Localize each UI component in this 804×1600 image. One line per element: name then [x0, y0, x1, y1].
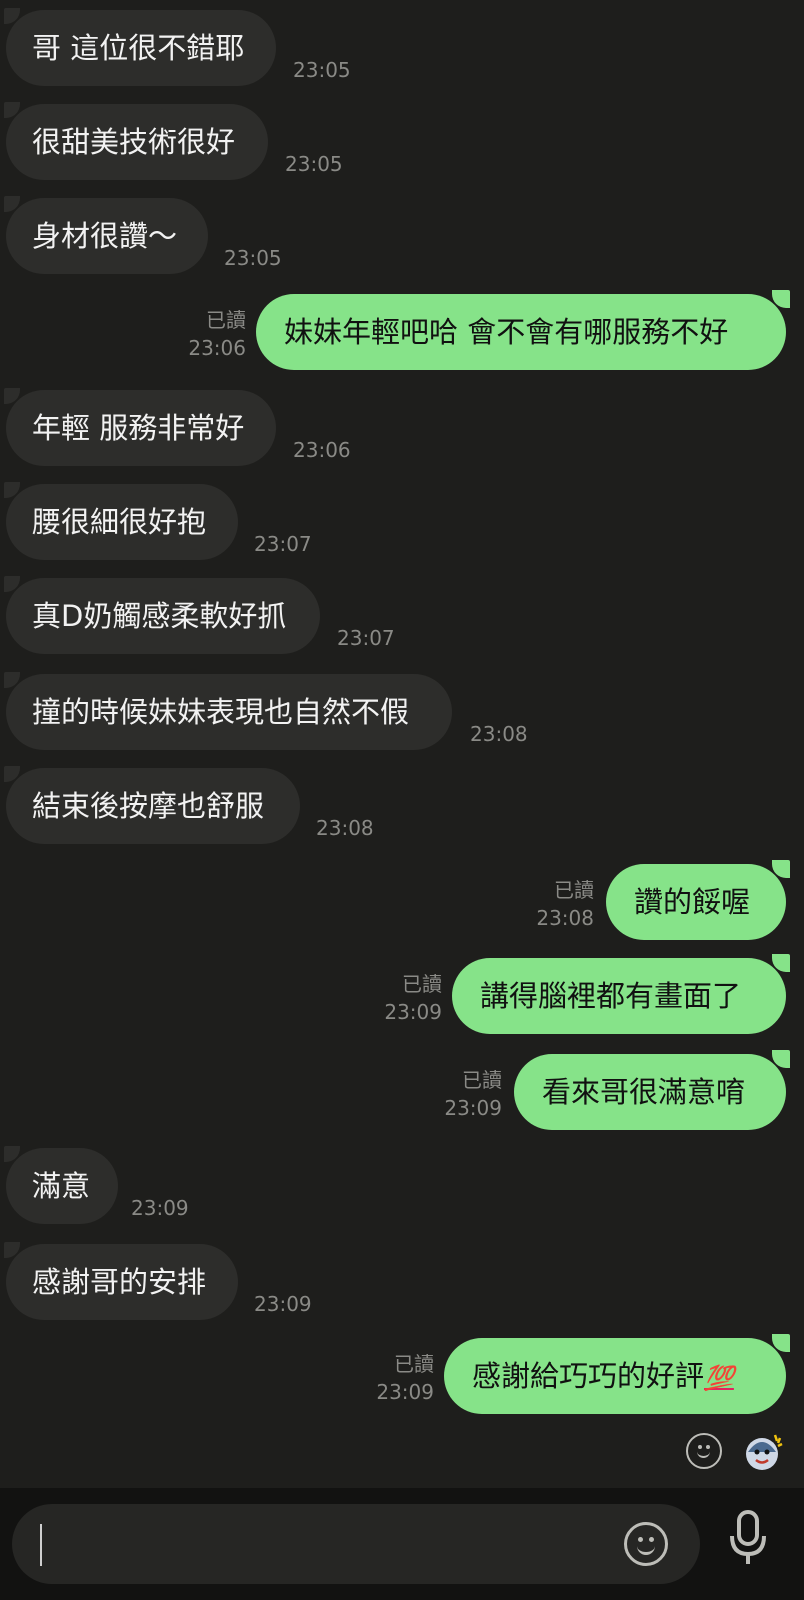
message-row: 滿意 23:09	[0, 1146, 804, 1224]
read-receipt: 已讀	[462, 1068, 502, 1092]
message-time: 23:07	[254, 532, 312, 556]
message-row: 已讀 23:09 看來哥很滿意唷	[0, 1050, 804, 1130]
message-time: 23:06	[293, 438, 351, 462]
message-text: 滿意	[32, 1169, 91, 1203]
message-row: 已讀 23:09 感謝給巧巧的好評💯	[0, 1334, 804, 1414]
message-text: 哥 這位很不錯耶	[32, 31, 245, 65]
message-text: 真D奶觸感柔軟好抓	[32, 599, 287, 633]
outgoing-message-bubble[interactable]: 感謝給巧巧的好評💯	[444, 1334, 790, 1414]
message-meta: 已讀 23:06	[188, 306, 246, 362]
chat-message-list[interactable]: 哥 這位很不錯耶 23:05 很甜美技術很好 23:05 身材很讚～ 23:05…	[0, 0, 804, 1488]
incoming-message-bubble[interactable]: 身材很讚～	[4, 196, 208, 274]
message-text: 感謝給巧巧的好評	[472, 1359, 705, 1393]
read-receipt: 已讀	[206, 308, 246, 332]
message-row: 哥 這位很不錯耶 23:05	[0, 8, 804, 86]
incoming-message-bubble[interactable]: 哥 這位很不錯耶	[4, 8, 276, 86]
message-text: 看來哥很滿意唷	[542, 1075, 746, 1109]
message-time: 23:09	[384, 1000, 442, 1024]
outgoing-message-bubble[interactable]: 讚的餒喔	[606, 860, 790, 940]
outgoing-message-bubble[interactable]: 看來哥很滿意唷	[514, 1050, 790, 1130]
message-text: 腰很細很好抱	[32, 505, 207, 539]
message-meta: 已讀 23:09	[444, 1066, 502, 1122]
read-receipt: 已讀	[554, 878, 594, 902]
message-text: 妹妹年輕吧哈 會不會有哪服務不好	[284, 315, 729, 349]
message-row: 已讀 23:09 講得腦裡都有畫面了	[0, 954, 804, 1034]
emoji-icon[interactable]	[624, 1522, 668, 1566]
message-text: 講得腦裡都有畫面了	[480, 979, 742, 1013]
sticker-icon[interactable]	[740, 1428, 786, 1474]
quick-actions	[686, 1428, 786, 1474]
incoming-message-bubble[interactable]: 很甜美技術很好	[4, 102, 268, 180]
message-row: 已讀 23:08 讚的餒喔	[0, 860, 804, 940]
message-text: 很甜美技術很好	[32, 125, 236, 159]
message-time: 23:09	[376, 1380, 434, 1404]
incoming-message-bubble[interactable]: 感謝哥的安排	[4, 1242, 238, 1320]
message-time: 23:06	[188, 336, 246, 360]
incoming-message-bubble[interactable]: 滿意	[4, 1146, 118, 1224]
message-row: 結束後按摩也舒服 23:08	[0, 766, 804, 844]
message-row: 腰很細很好抱 23:07	[0, 482, 804, 560]
message-text: 撞的時候妹妹表現也自然不假	[32, 695, 410, 729]
message-row: 真D奶觸感柔軟好抓 23:07	[0, 576, 804, 654]
message-meta: 已讀 23:08	[536, 876, 594, 932]
incoming-message-bubble[interactable]: 真D奶觸感柔軟好抓	[4, 576, 320, 654]
message-meta: 已讀 23:09	[384, 970, 442, 1026]
outgoing-message-bubble[interactable]: 講得腦裡都有畫面了	[452, 954, 790, 1034]
message-row: 撞的時候妹妹表現也自然不假 23:08	[0, 672, 804, 750]
message-time: 23:05	[224, 246, 282, 270]
message-text: 結束後按摩也舒服	[32, 789, 265, 823]
read-receipt: 已讀	[394, 1352, 434, 1376]
message-time: 23:07	[337, 626, 395, 650]
text-caret	[40, 1524, 42, 1566]
message-time: 23:05	[285, 152, 343, 176]
incoming-message-bubble[interactable]: 腰很細很好抱	[4, 482, 238, 560]
incoming-message-bubble[interactable]: 結束後按摩也舒服	[4, 766, 300, 844]
message-time: 23:05	[293, 58, 351, 82]
hundred-points-icon: 💯	[704, 1364, 734, 1392]
message-time: 23:08	[316, 816, 374, 840]
outgoing-message-bubble[interactable]: 妹妹年輕吧哈 會不會有哪服務不好	[256, 290, 790, 370]
message-time: 23:09	[131, 1196, 189, 1220]
message-time: 23:08	[536, 906, 594, 930]
message-row: 很甜美技術很好 23:05	[0, 102, 804, 180]
message-row: 年輕 服務非常好 23:06	[0, 388, 804, 466]
message-text: 讚的餒喔	[634, 885, 751, 919]
message-row: 身材很讚～ 23:05	[0, 196, 804, 274]
message-row: 已讀 23:06 妹妹年輕吧哈 會不會有哪服務不好	[0, 290, 804, 370]
message-text: 感謝哥的安排	[32, 1265, 207, 1299]
message-row: 感謝哥的安排 23:09	[0, 1242, 804, 1320]
message-text: 年輕 服務非常好	[32, 411, 245, 445]
read-receipt: 已讀	[402, 972, 442, 996]
emoji-icon[interactable]	[686, 1433, 722, 1469]
message-meta: 已讀 23:09	[376, 1350, 434, 1406]
message-time: 23:09	[254, 1292, 312, 1316]
message-text: 身材很讚～	[32, 219, 178, 253]
microphone-icon[interactable]	[728, 1508, 768, 1568]
message-time: 23:09	[444, 1096, 502, 1120]
message-input[interactable]	[12, 1504, 700, 1584]
incoming-message-bubble[interactable]: 撞的時候妹妹表現也自然不假	[4, 672, 452, 750]
message-time: 23:08	[470, 722, 528, 746]
message-composer	[0, 1488, 804, 1600]
incoming-message-bubble[interactable]: 年輕 服務非常好	[4, 388, 276, 466]
